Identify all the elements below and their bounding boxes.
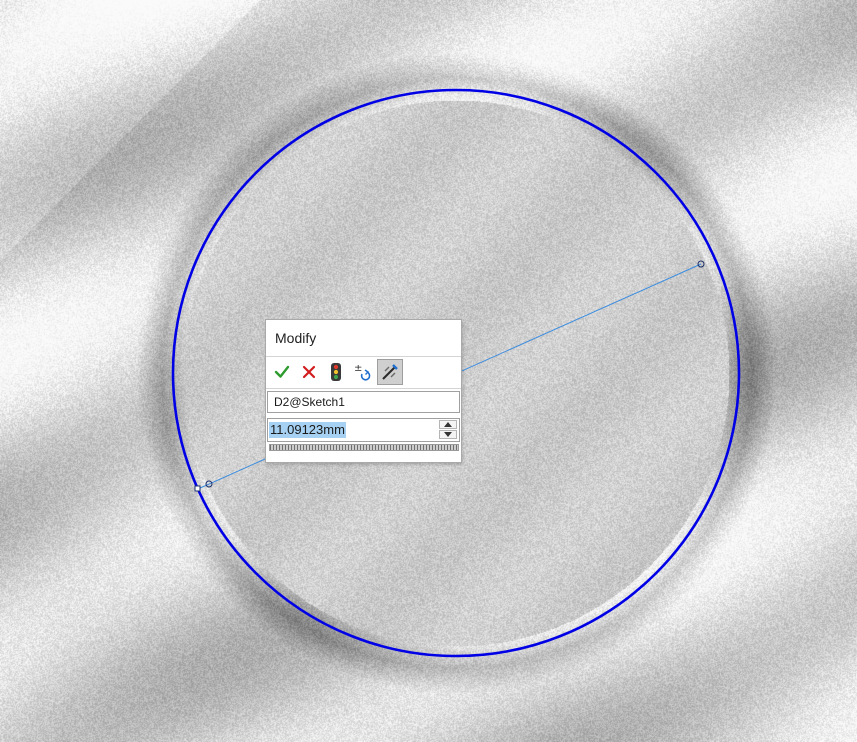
rebuild-traffic-light-icon — [331, 363, 341, 381]
mark-for-drawing-icon — [382, 364, 398, 380]
value-spinner[interactable] — [439, 420, 457, 440]
ok-button[interactable] — [269, 359, 295, 385]
value-thumbwheel[interactable] — [269, 444, 459, 451]
rebuild-button[interactable] — [323, 359, 349, 385]
reverse-sense-button[interactable]: ± — [350, 359, 376, 385]
reverse-sense-icon: ± — [354, 363, 371, 381]
dimension-name-field[interactable]: D2@Sketch1 — [267, 391, 460, 413]
arrow-down-icon — [444, 432, 452, 437]
divider — [266, 388, 461, 389]
value-field-container: 11.09123mm — [267, 418, 460, 442]
dialog-title: Modify — [275, 330, 317, 346]
ok-check-icon — [274, 365, 290, 378]
spin-up-button[interactable] — [439, 420, 457, 429]
modify-dialog[interactable]: Modify ± D2@Sketch1 11.09123mm — [265, 319, 462, 463]
spin-down-button[interactable] — [439, 430, 457, 439]
divider — [266, 356, 461, 357]
dimension-value-input[interactable]: 11.09123mm — [269, 422, 346, 438]
mark-for-drawing-button[interactable] — [377, 359, 403, 385]
cancel-button[interactable] — [296, 359, 322, 385]
dimension-anchor-point[interactable] — [194, 485, 201, 492]
dialog-toolbar: ± — [269, 358, 459, 386]
cancel-x-icon — [302, 365, 316, 379]
svg-text:±: ± — [354, 363, 362, 374]
arrow-up-icon — [444, 422, 452, 427]
